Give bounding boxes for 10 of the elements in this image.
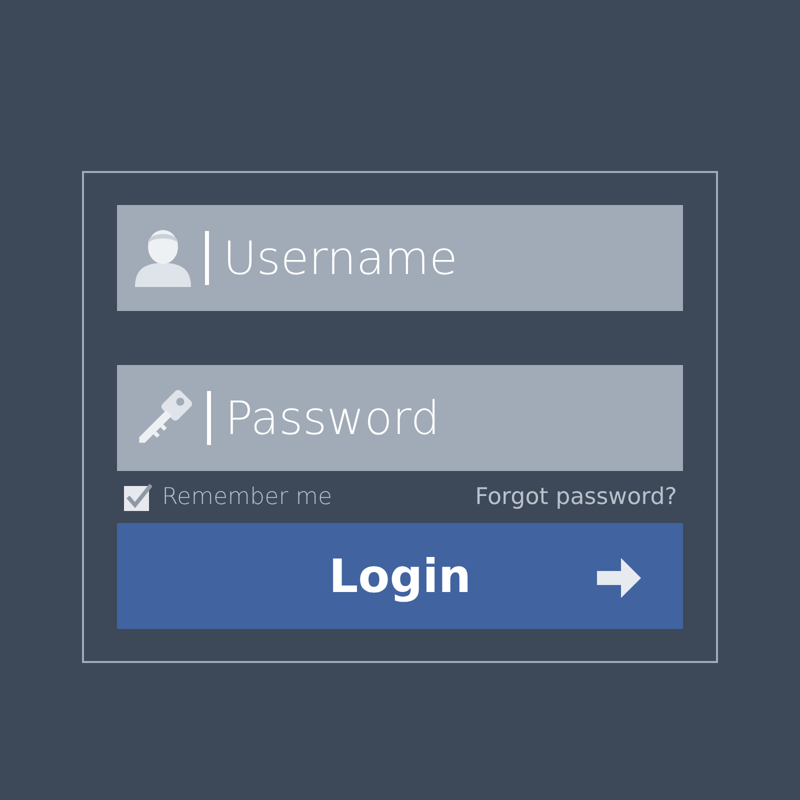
- username-field[interactable]: Username: [223, 231, 683, 285]
- password-field[interactable]: Password: [225, 391, 683, 445]
- remember-label: Remember me: [162, 484, 332, 510]
- arrow-right-icon: [597, 558, 641, 598]
- login-button[interactable]: Login: [117, 523, 683, 629]
- remember-checkbox[interactable]: [124, 483, 152, 511]
- password-input-box[interactable]: Password: [117, 365, 683, 471]
- user-icon: [135, 229, 191, 287]
- username-input-box[interactable]: Username: [117, 205, 683, 311]
- forgot-password-link[interactable]: Forgot password?: [475, 484, 677, 510]
